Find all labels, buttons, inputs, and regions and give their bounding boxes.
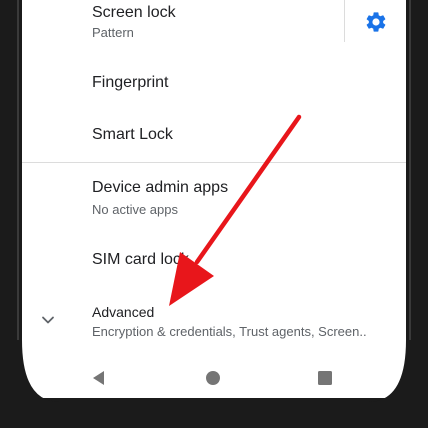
phone-frame-corners (0, 340, 428, 428)
phone-screenshot: Screen lock Pattern Fingerprint Smart Lo… (0, 0, 428, 428)
